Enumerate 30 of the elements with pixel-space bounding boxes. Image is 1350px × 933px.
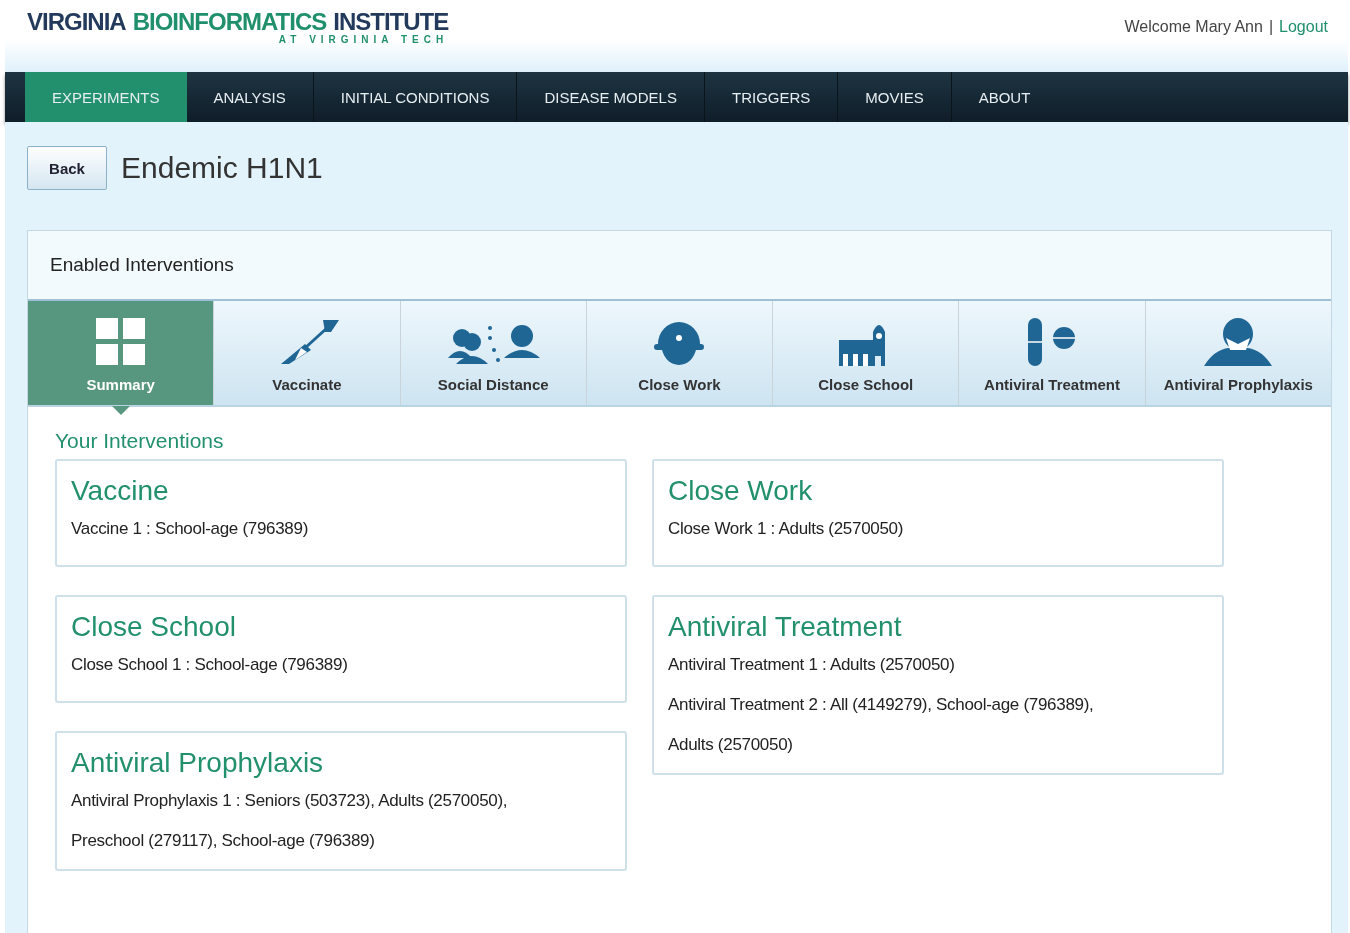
nav-tab[interactable]: ANALYSIS: [186, 72, 313, 122]
card-title: Antiviral Prophylaxis: [71, 747, 325, 779]
intervention-tab[interactable]: Social Distance: [399, 301, 586, 405]
intervention-tab[interactable]: Close Work: [585, 301, 773, 405]
section-title: Your Interventions: [55, 429, 225, 453]
card-title: Antiviral Treatment: [668, 611, 903, 643]
intervention-detail: Vaccine 1 : School-age (796389): [71, 518, 310, 540]
intervention-tab[interactable]: Antiviral Treatment: [958, 301, 1145, 405]
separator: |: [1268, 18, 1274, 36]
back-button[interactable]: Back: [27, 146, 107, 190]
card-title: Vaccine: [71, 475, 170, 507]
grid-icon: [95, 318, 146, 366]
intervention-tab[interactable]: Close School: [772, 301, 959, 405]
panel-title: Enabled Interventions: [50, 254, 234, 276]
intervention-tab[interactable]: Antiviral Prophylaxis: [1144, 301, 1331, 405]
page-title: Endemic H1N1: [121, 151, 323, 185]
intervention-detail: Antiviral Prophylaxis 1 : Seniors (503723), Adults (2570050), Preschool (279117), School-age (796389): [71, 790, 509, 852]
intervention-detail: Close School 1 : School-age (796389): [71, 654, 349, 676]
people-icon: [446, 322, 541, 366]
logo: VIRGINIA BIOINFORMATICS INSTITUTE AT VIRGINIA TECH: [27, 7, 449, 45]
welcome-text: Welcome Mary Ann: [1124, 18, 1263, 36]
intervention-tab[interactable]: Vaccinate: [213, 301, 400, 405]
intervention-detail: Antiviral Treatment 1 : Adults (2570050): [668, 654, 956, 676]
logout-link[interactable]: Logout: [1279, 18, 1328, 36]
card-title: Close Work: [668, 475, 814, 507]
intervention-detail: Antiviral Treatment 2 : All (4149279), School-age (796389), Adults (2570050): [668, 694, 1095, 756]
card-title: Close School: [71, 611, 237, 643]
masked-person-icon: [1204, 318, 1273, 366]
pill-icon: [1028, 318, 1077, 366]
intervention-detail: Close Work 1 : Adults (2570050): [668, 518, 905, 540]
